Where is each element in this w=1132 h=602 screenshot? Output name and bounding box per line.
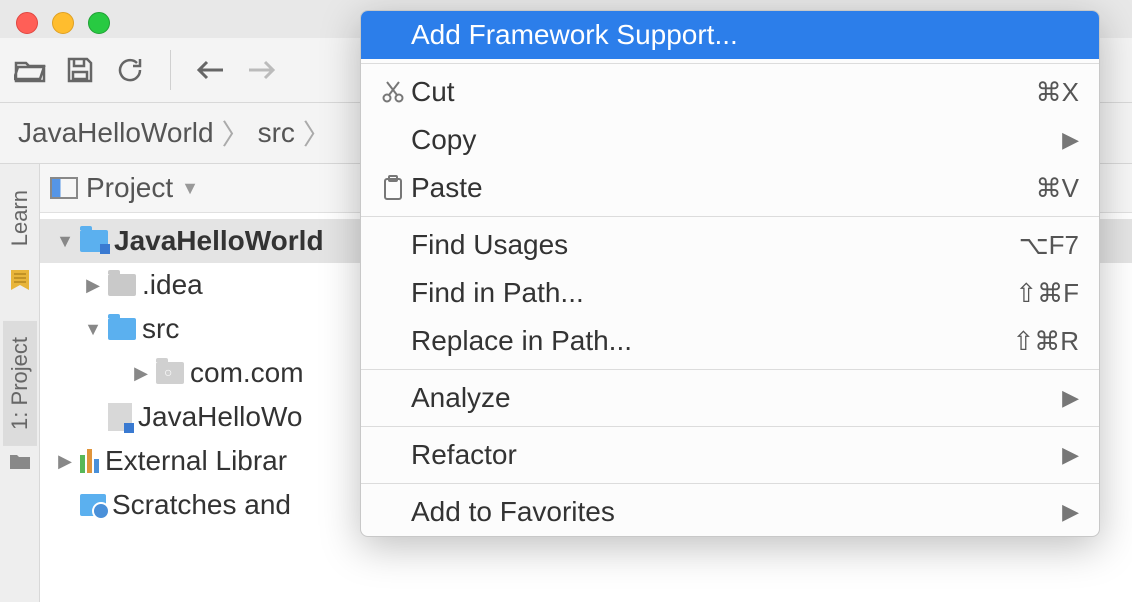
breadcrumb-project[interactable]: JavaHelloWorld — [18, 117, 214, 149]
learn-badge-icon — [8, 268, 32, 301]
menu-label: Find Usages — [411, 229, 1019, 261]
menu-find-usages[interactable]: Find Usages ⌥F7 — [361, 221, 1099, 269]
menu-find-in-path[interactable]: Find in Path... ⇧⌘F — [361, 269, 1099, 317]
source-folder-icon — [108, 318, 136, 340]
module-folder-icon — [80, 230, 108, 252]
menu-shortcut: ⇧⌘R — [1012, 326, 1079, 357]
menu-label: Replace in Path... — [411, 325, 1012, 357]
tree-item-label: Scratches and — [112, 489, 291, 521]
disclosure-closed-icon[interactable]: ▶ — [56, 451, 74, 472]
forward-icon[interactable] — [245, 54, 277, 86]
close-window-button[interactable] — [16, 12, 38, 34]
tree-item-label: src — [142, 313, 179, 345]
disclosure-open-icon[interactable]: ▼ — [84, 319, 102, 340]
menu-separator — [361, 369, 1099, 370]
menu-label: Analyze — [411, 382, 1062, 414]
refresh-icon[interactable] — [114, 54, 146, 86]
menu-shortcut: ⇧⌘F — [1015, 278, 1079, 309]
paste-icon — [375, 175, 411, 201]
menu-label: Find in Path... — [411, 277, 1015, 309]
minimize-window-button[interactable] — [52, 12, 74, 34]
disclosure-open-icon[interactable]: ▼ — [56, 231, 74, 252]
maximize-window-button[interactable] — [88, 12, 110, 34]
folder-icon — [108, 274, 136, 296]
submenu-arrow-icon: ▶ — [1062, 385, 1079, 411]
menu-replace-in-path[interactable]: Replace in Path... ⇧⌘R — [361, 317, 1099, 365]
open-icon[interactable] — [14, 54, 46, 86]
menu-refactor[interactable]: Refactor ▶ — [361, 431, 1099, 479]
menu-separator — [361, 483, 1099, 484]
tree-item-label: .idea — [142, 269, 203, 301]
menu-shortcut: ⌥F7 — [1019, 230, 1079, 261]
package-icon — [156, 362, 184, 384]
menu-separator — [361, 426, 1099, 427]
submenu-arrow-icon: ▶ — [1062, 499, 1079, 525]
menu-label: Add to Favorites — [411, 496, 1062, 528]
sidebar-tab-learn[interactable]: Learn — [3, 174, 37, 262]
tree-item-label: com.com — [190, 357, 304, 389]
tree-root-label: JavaHelloWorld — [114, 225, 324, 257]
menu-label: Copy — [411, 124, 1062, 156]
disclosure-closed-icon[interactable]: ▶ — [132, 363, 150, 384]
menu-label: Refactor — [411, 439, 1062, 471]
tree-item-label: JavaHelloWo — [138, 401, 302, 433]
cut-icon — [375, 80, 411, 104]
back-icon[interactable] — [195, 54, 227, 86]
menu-copy[interactable]: Copy ▶ — [361, 116, 1099, 164]
submenu-arrow-icon: ▶ — [1062, 442, 1079, 468]
sidebar-tab-project[interactable]: 1: Project — [3, 321, 37, 446]
panel-title: Project — [86, 172, 173, 204]
project-folder-icon — [9, 452, 31, 475]
iml-file-icon — [108, 403, 132, 431]
menu-add-framework-support[interactable]: Add Framework Support... — [361, 11, 1099, 59]
side-tabs: Learn 1: Project — [0, 164, 40, 602]
menu-label: Cut — [411, 76, 1036, 108]
save-icon[interactable] — [64, 54, 96, 86]
menu-label: Add Framework Support... — [411, 19, 1079, 51]
submenu-arrow-icon: ▶ — [1062, 127, 1079, 153]
disclosure-closed-icon[interactable]: ▶ — [84, 275, 102, 296]
scratches-icon — [80, 494, 106, 516]
breadcrumb-folder[interactable]: src — [258, 117, 295, 149]
panel-header-icon — [50, 177, 78, 199]
menu-separator — [361, 216, 1099, 217]
menu-analyze[interactable]: Analyze ▶ — [361, 374, 1099, 422]
menu-paste[interactable]: Paste ⌘V — [361, 164, 1099, 212]
chevron-down-icon: ▼ — [181, 178, 199, 199]
project-tab-label: 1: Project — [7, 337, 32, 430]
breadcrumb-sep-icon: 〉 — [303, 113, 331, 153]
menu-label: Paste — [411, 172, 1036, 204]
learn-tab-label: Learn — [7, 190, 32, 246]
context-menu: Add Framework Support... Cut ⌘X Copy ▶ P… — [360, 10, 1100, 537]
menu-cut[interactable]: Cut ⌘X — [361, 68, 1099, 116]
menu-shortcut: ⌘X — [1036, 77, 1079, 108]
menu-add-to-favorites[interactable]: Add to Favorites ▶ — [361, 488, 1099, 536]
menu-separator — [361, 63, 1099, 64]
tree-item-label: External Librar — [105, 445, 287, 477]
breadcrumb-sep-icon: 〉 — [222, 113, 250, 153]
menu-shortcut: ⌘V — [1036, 173, 1079, 204]
library-icon — [80, 449, 99, 473]
